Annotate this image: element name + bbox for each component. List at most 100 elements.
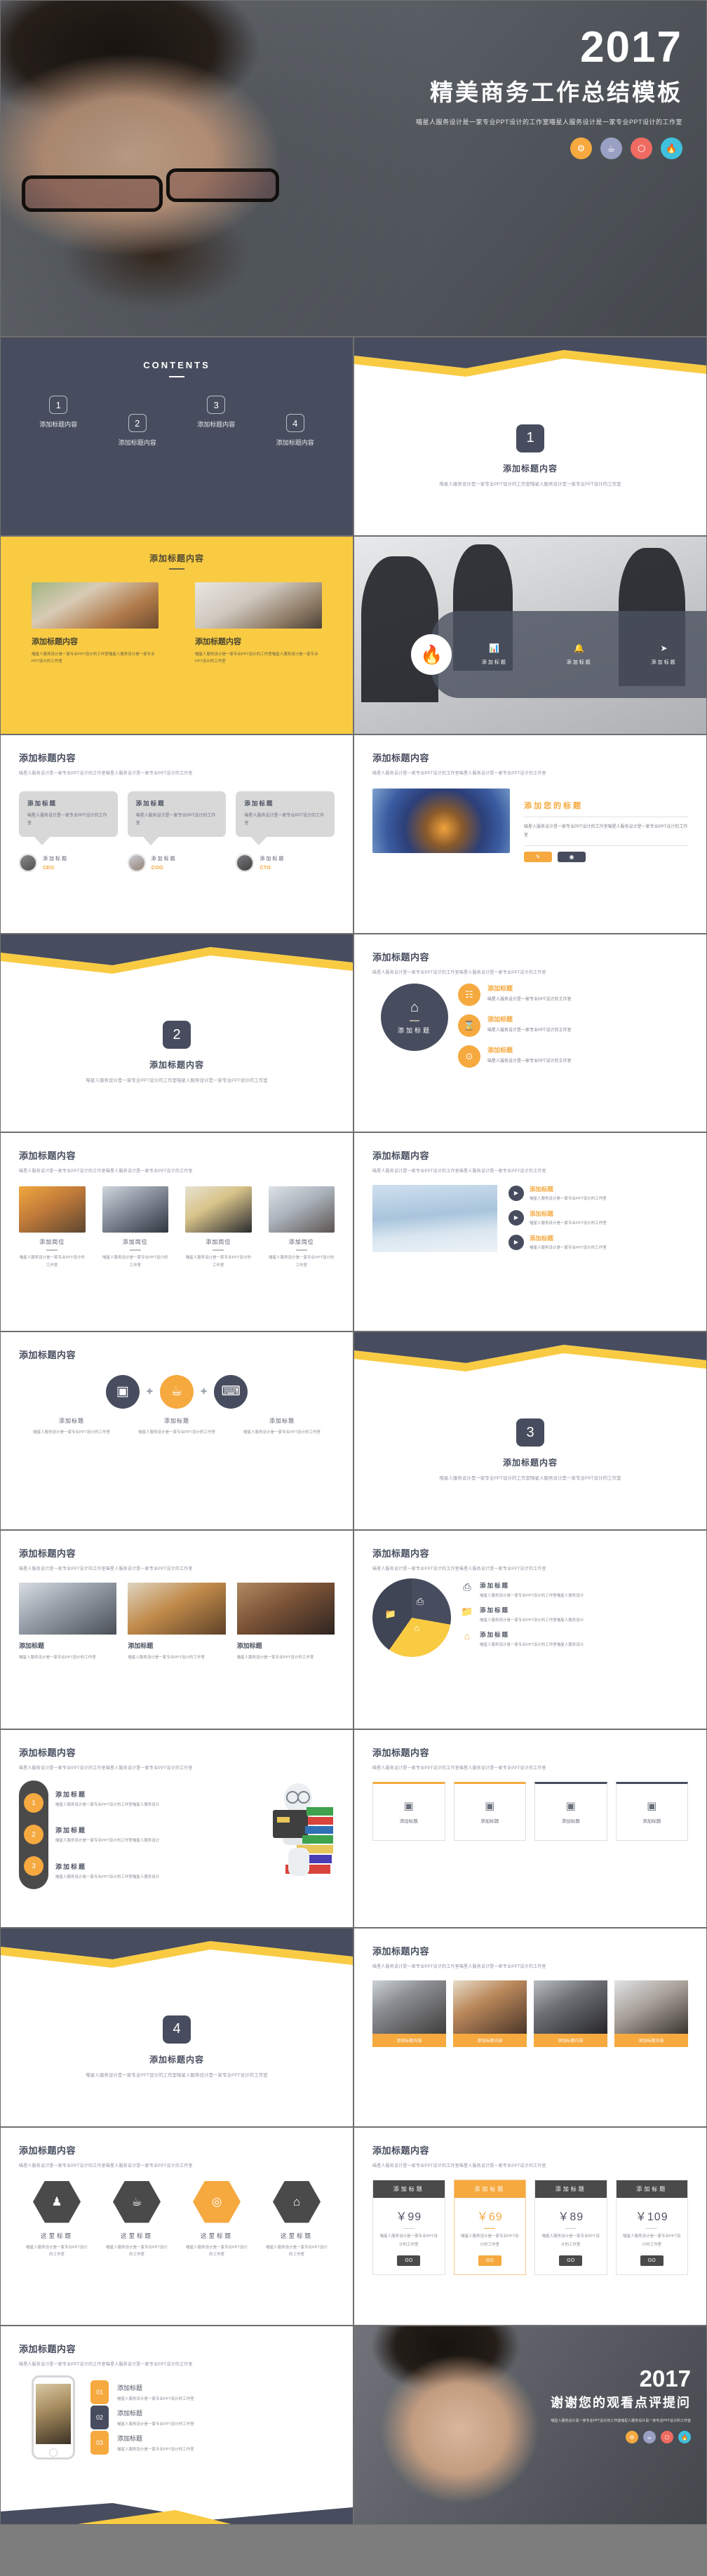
timeline-number: 3 (24, 1856, 43, 1876)
team-card[interactable]: 添加标题内容 (534, 1980, 607, 2047)
robot-books-illustration (256, 1780, 335, 1889)
circle-desc: 喵星人服务设计是一家专业PPT设计的工作室 (243, 1430, 321, 1435)
portrait-card[interactable]: 添加岗位 喵星人服务设计是一家专业PPT设计的工作室 (102, 1186, 168, 1270)
legend-item[interactable]: ⌂ 添加标题 喵星人服务设计是一家专业PPT设计的工作室喵星人服务设计 (461, 1630, 688, 1647)
phone-item[interactable]: 02 添加标题 喵星人服务设计是一家专业PPT设计的工作室 (90, 2406, 335, 2429)
building-icon: ☷ (458, 983, 480, 1006)
plan-cta-button[interactable]: GO (478, 2255, 501, 2267)
eye-button[interactable]: ◉ (558, 852, 586, 862)
plan-cta-button[interactable]: GO (559, 2255, 583, 2267)
circle-chart-row: ⌂ 添加标题 ☷ 添加标题 喵星人服务设计是一家专业PPT设计的工作室 ⌛ 添加… (372, 983, 688, 1076)
portrait-card[interactable]: 添加岗位 喵星人服务设计是一家专业PPT设计的工作室 (268, 1186, 335, 1270)
contents-number: 2 (128, 414, 147, 432)
team-card[interactable]: 添加标题内容 (372, 1980, 446, 2047)
portrait-card[interactable]: 添加岗位 喵星人服务设计是一家专业PPT设计的工作室 (185, 1186, 252, 1270)
hexagon-card[interactable]: ⌂ 这里标题 喵星人服务设计是一家专业PPT设计的工作室 (264, 2180, 329, 2259)
team-card[interactable]: 添加标题内容 (453, 1980, 527, 2047)
portrait-card[interactable]: 添加岗位 喵星人服务设计是一家专业PPT设计的工作室 (19, 1186, 86, 1270)
feature-box[interactable]: ▣ 添加标题 (615, 1781, 688, 1841)
closing-text-block: 2017 谢谢您的观看点评提问 喵星人服务设计是一家专业PPT设计的工作室喵星人… (452, 2367, 691, 2443)
home-button (49, 2448, 58, 2457)
contents-item-2[interactable]: 2 添加标题内容 (98, 414, 177, 447)
contents-item-4[interactable]: 4 添加标题内容 (256, 414, 335, 447)
timeline-bar: 1 2 3 (19, 1780, 48, 1889)
camera-icon[interactable]: ▣ (105, 1374, 140, 1409)
member-role: CEO (43, 864, 55, 871)
handshake-desc: 喵星人服务设计是一家专业PPT设计的工作室喵星人服务设计是一家专业PPT设计的工… (524, 825, 688, 838)
bubble-row: 添加标题 喵星人服务设计是一家专业PPT设计的工作室 添加标题 CEO 添加标题… (19, 791, 335, 872)
image-icon: ▣ (647, 1800, 657, 1812)
cup-icon[interactable]: ☕ (160, 1374, 194, 1409)
contents-label: 添加标题内容 (276, 439, 314, 446)
photo-card[interactable]: 添加标题 喵星人服务设计是一家专业PPT设计的工作室 (236, 1583, 335, 1661)
contents-item-3[interactable]: 3 添加标题内容 (177, 396, 256, 429)
photo-card[interactable]: 添加标题 喵星人服务设计是一家专业PPT设计的工作室 (19, 1583, 117, 1661)
step-desc: 喵星人服务设计是一家专业PPT设计的工作室喵星人服务设计 (55, 1875, 160, 1880)
meeting-option[interactable]: 📊 添加标题 (452, 643, 537, 666)
hexagon-card[interactable]: ◎ 这里标题 喵星人服务设计是一家专业PPT设计的工作室 (184, 2180, 249, 2259)
plan-header: 添加标题 (535, 2180, 607, 2198)
mountain-item[interactable]: ▶ 添加标题 喵星人服务设计是一家专业PPT设计的工作室 (509, 1209, 688, 1226)
avatar (236, 853, 255, 872)
page-desc: 喵星人服务设计是一家专业PPT设计的工作室喵星人服务设计是一家专业PPT设计的工… (372, 2164, 546, 2168)
phone-item[interactable]: 01 添加标题 喵星人服务设计是一家专业PPT设计的工作室 (90, 2380, 335, 2404)
plan-cta-button[interactable]: GO (640, 2255, 664, 2267)
contents-item-1[interactable]: 1 添加标题内容 (19, 396, 98, 429)
team-card[interactable]: 添加标题内容 (614, 1980, 688, 2047)
hexagon-card[interactable]: ☕ 这里标题 喵星人服务设计是一家专业PPT设计的工作室 (105, 2180, 169, 2259)
phone-item[interactable]: 03 添加标题 喵星人服务设计是一家专业PPT设计的工作室 (90, 2431, 335, 2455)
team-member[interactable]: 添加标题 喵星人服务设计是一家专业PPT设计的工作室 添加标题 CEO (19, 791, 118, 872)
circle-item[interactable]: ☷ 添加标题 喵星人服务设计是一家专业PPT设计的工作室 (458, 983, 688, 1006)
portrait-photo (185, 1186, 252, 1233)
circle-item[interactable]: ⌛ 添加标题 喵星人服务设计是一家专业PPT设计的工作室 (458, 1014, 688, 1037)
item-title: 添加标题 (530, 1210, 554, 1217)
timeline-step[interactable]: 添加标题 喵星人服务设计是一家专业PPT设计的工作室喵星人服务设计 (55, 1862, 249, 1879)
meeting-option[interactable]: 🔔 添加标题 (537, 643, 621, 666)
pencil-button[interactable]: ✎ (524, 852, 552, 862)
cover-title: 精美商务工作总结模板 (430, 79, 682, 105)
circle-label-cell: 添加标题 喵星人服务设计是一家专业PPT设计的工作室 (229, 1417, 335, 1436)
yellow-card[interactable]: 添加标题内容 喵星人服务设计是一家专业PPT设计的工作室喵星人服务设计是一家专业… (32, 582, 159, 666)
slide-phone-mockup: 添加标题内容 喵星人服务设计是一家专业PPT设计的工作室喵星人服务设计是一家专业… (0, 2326, 354, 2525)
item-desc: 喵星人服务设计是一家专业PPT设计的工作室 (530, 1221, 607, 1226)
yellow-card[interactable]: 添加标题内容 喵星人服务设计是一家专业PPT设计的工作室喵星人服务设计是一家专业… (195, 582, 322, 666)
team-member[interactable]: 添加标题 喵星人服务设计是一家专业PPT设计的工作室 添加标题 CTO (236, 791, 335, 872)
timeline-step[interactable]: 添加标题 喵星人服务设计是一家专业PPT设计的工作室喵星人服务设计 (55, 1825, 249, 1843)
legend-item[interactable]: ⎙ 添加标题 喵星人服务设计是一家专业PPT设计的工作室喵星人服务设计 (461, 1581, 688, 1598)
page-title: 添加标题内容 (372, 1747, 430, 1758)
pricing-plan-featured[interactable]: 添加标题 ￥69 喵星人服务设计是一家专业PPT设计的工作室 GO (453, 2179, 526, 2276)
hexagon-card[interactable]: ♟ 这里标题 喵星人服务设计是一家专业PPT设计的工作室 (25, 2180, 89, 2259)
plan-desc: 喵星人服务设计是一家专业PPT设计的工作室 (461, 2234, 519, 2247)
slide-meeting-pill: 🔥 📊 添加标题 🔔 添加标题 ➤ 添加标题 (354, 535, 707, 734)
legend-item[interactable]: 📁 添加标题 喵星人服务设计是一家专业PPT设计的工作室喵星人服务设计 (461, 1606, 688, 1623)
circle-title: 添加标题 (269, 1417, 295, 1424)
plan-rule (403, 2227, 415, 2229)
timeline-step[interactable]: 添加标题 喵星人服务设计是一家专业PPT设计的工作室喵星人服务设计 (55, 1790, 249, 1807)
page-desc: 喵星人服务设计是一家专业PPT设计的工作室喵星人服务设计是一家专业PPT设计的工… (19, 772, 193, 776)
feature-box[interactable]: ▣ 添加标题 (453, 1781, 526, 1841)
feature-box[interactable]: ▣ 添加标题 (534, 1781, 607, 1841)
photo-card[interactable]: 添加标题 喵星人服务设计是一家专业PPT设计的工作室 (128, 1583, 226, 1661)
circle-label-cell: 添加标题 喵星人服务设计是一家专业PPT设计的工作室 (124, 1417, 229, 1436)
feature-box[interactable]: ▣ 添加标题 (372, 1781, 445, 1841)
mountain-item[interactable]: ▶ 添加标题 喵星人服务设计是一家专业PPT设计的工作室 (509, 1185, 688, 1201)
hex-desc: 喵星人服务设计是一家专业PPT设计的工作室 (266, 2245, 328, 2257)
circle-item[interactable]: ⊙ 添加标题 喵星人服务设计是一家专业PPT设计的工作室 (458, 1045, 688, 1068)
hexagon-row: ♟ 这里标题 喵星人服务设计是一家专业PPT设计的工作室 ☕ 这里标题 喵星人服… (19, 2180, 335, 2259)
member-row: 添加标题 CTO (236, 853, 335, 872)
guitar-photo (128, 1583, 226, 1635)
mountain-item[interactable]: ▶ 添加标题 喵星人服务设计是一家专业PPT设计的工作室 (509, 1234, 688, 1250)
box-title: 添加标题 (399, 1819, 418, 1824)
meeting-option[interactable]: ➤ 添加标题 (621, 643, 706, 666)
plan-cta-button[interactable]: GO (397, 2255, 421, 2267)
laptop-icon[interactable]: ⌨ (214, 1374, 248, 1409)
team-photo (534, 1980, 607, 2034)
circle-title: 添加标题 (59, 1417, 84, 1424)
team-member[interactable]: 添加标题 喵星人服务设计是一家专业PPT设计的工作室 添加标题 COO (127, 791, 227, 872)
pricing-plan[interactable]: 添加标题 ￥89 喵星人服务设计是一家专业PPT设计的工作室 GO (534, 2179, 607, 2276)
closing-year: 2017 (639, 2366, 691, 2391)
pricing-plan[interactable]: 添加标题 ￥109 喵星人服务设计是一家专业PPT设计的工作室 GO (615, 2179, 688, 2276)
pie-row: ⎙ ⌂ 📁 ⎙ 添加标题 喵星人服务设计是一家专业PPT设计的工作室喵星人服务设… (372, 1578, 688, 1657)
pricing-plan[interactable]: 添加标题 ￥99 喵星人服务设计是一家专业PPT设计的工作室 GO (372, 2179, 445, 2276)
box-title: 添加标题 (480, 1819, 499, 1824)
